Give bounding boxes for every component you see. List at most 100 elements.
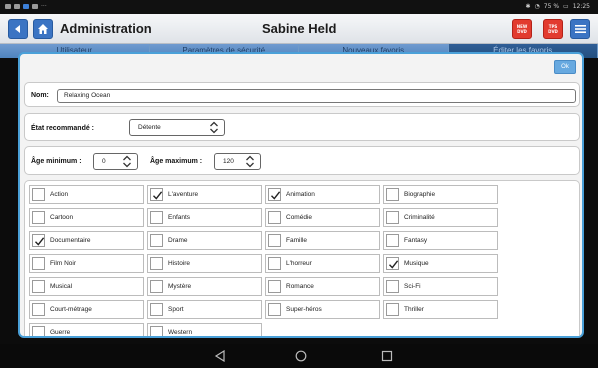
checkbox[interactable] (150, 211, 163, 224)
checkbox[interactable] (268, 280, 281, 293)
checkbox[interactable] (268, 303, 281, 316)
status-bar: ··· ✱ ◔ 75 % ▭ 12:25 (0, 0, 598, 14)
max-age-select[interactable]: 120 (214, 153, 261, 170)
genre-label: Thriller (404, 306, 424, 313)
ok-button[interactable]: Ok (554, 60, 576, 74)
genre-label: L'aventure (168, 191, 199, 198)
genre-checkbox-item[interactable]: Romance (265, 277, 380, 296)
genre-label: Guerre (50, 329, 71, 336)
genre-label: Sport (168, 306, 184, 313)
battery-icon: ▭ (563, 3, 569, 10)
user-name: Sabine Held (262, 21, 337, 36)
back-icon (15, 25, 20, 33)
checkbox[interactable] (32, 326, 45, 336)
checkbox[interactable] (150, 234, 163, 247)
checkbox[interactable] (386, 280, 399, 293)
name-label: Nom: (31, 92, 49, 99)
checkbox[interactable] (150, 257, 163, 270)
genre-label: Western (168, 329, 193, 336)
checkbox[interactable] (386, 188, 399, 201)
checkbox[interactable] (32, 234, 45, 247)
genre-label: Biographie (404, 191, 436, 198)
genre-label: Film Noir (50, 260, 76, 267)
menu-icon (574, 25, 586, 33)
genre-checkbox-item[interactable]: Film Noir (29, 254, 144, 273)
genre-checkbox-item[interactable]: Mystère (147, 277, 262, 296)
genre-label: Documentaire (50, 237, 91, 244)
genre-checkbox-item[interactable]: Cartoon (29, 208, 144, 227)
notification-icon (14, 4, 20, 9)
genre-checkbox-item[interactable]: Thriller (383, 300, 498, 319)
genre-checkbox-item[interactable]: Sci-Fi (383, 277, 498, 296)
genre-checkbox-item[interactable]: Sport (147, 300, 262, 319)
genre-checkbox-item[interactable]: Animation (265, 185, 380, 204)
genre-checkbox-item[interactable]: Enfants (147, 208, 262, 227)
clock: 12:25 (572, 3, 590, 10)
checkbox[interactable] (386, 211, 399, 224)
min-age-value: 0 (102, 158, 106, 165)
tps-dvd-button[interactable]: TPS DVD (543, 19, 563, 39)
genre-checkbox-item[interactable]: L'aventure (147, 185, 262, 204)
genre-checkbox-item[interactable]: Musical (29, 277, 144, 296)
checkbox[interactable] (32, 188, 45, 201)
home-circle-icon[interactable] (295, 350, 307, 362)
state-select[interactable]: Détente (129, 119, 225, 136)
checkbox[interactable] (268, 211, 281, 224)
chevron-up-down-icon (123, 155, 131, 168)
genre-checkbox-item[interactable]: Biographie (383, 185, 498, 204)
genre-label: Action (50, 191, 69, 198)
genre-checkbox-item[interactable]: Musique (383, 254, 498, 273)
checkbox[interactable] (32, 280, 45, 293)
checkbox[interactable] (150, 303, 163, 316)
genres-panel: Action L'aventure Animation Biographie Carto… (24, 180, 580, 336)
genre-checkbox-item[interactable]: L'horreur (265, 254, 380, 273)
checkbox[interactable] (32, 211, 45, 224)
genre-label: Musique (404, 260, 429, 267)
genre-checkbox-item[interactable]: Action (29, 185, 144, 204)
genre-checkbox-item[interactable]: Western (147, 323, 262, 336)
wifi-icon: ◔ (534, 3, 540, 10)
menu-button[interactable] (570, 19, 590, 39)
genre-checkbox-item[interactable]: Drame (147, 231, 262, 250)
checkbox[interactable] (386, 303, 399, 316)
checkbox[interactable] (268, 257, 281, 270)
recents-square-icon[interactable] (381, 350, 393, 362)
genre-label: Criminalité (404, 214, 435, 221)
back-triangle-icon[interactable] (214, 350, 226, 362)
genre-checkbox-item[interactable]: Guerre (29, 323, 144, 336)
battery-level: 75 % (543, 3, 560, 10)
back-button[interactable] (8, 19, 28, 39)
genre-label: Court-métrage (50, 306, 92, 313)
checkbox[interactable] (150, 326, 163, 336)
checkbox[interactable] (32, 303, 45, 316)
genre-label: Histoire (168, 260, 191, 267)
genre-checkbox-item[interactable]: Super-héros (265, 300, 380, 319)
new-dvd-button[interactable]: NEW DVD (512, 19, 532, 39)
state-select-value: Détente (138, 124, 161, 131)
min-age-select[interactable]: 0 (93, 153, 138, 170)
genre-checkbox-item[interactable]: Court-métrage (29, 300, 144, 319)
checkbox[interactable] (268, 234, 281, 247)
status-notifications: ··· (5, 3, 47, 10)
checkbox[interactable] (32, 257, 45, 270)
chevron-up-down-icon (210, 121, 218, 134)
checkbox[interactable] (386, 234, 399, 247)
genre-checkbox-item[interactable]: Comédie (265, 208, 380, 227)
checkbox[interactable] (268, 188, 281, 201)
genre-grid: Action L'aventure Animation Biographie Carto… (29, 185, 498, 336)
name-panel: Nom: Relaxing Ocean (24, 82, 580, 107)
genre-checkbox-item[interactable]: Famille (265, 231, 380, 250)
checkbox[interactable] (150, 188, 163, 201)
more-notifications-icon: ··· (41, 3, 47, 10)
checkbox[interactable] (386, 257, 399, 270)
genre-checkbox-item[interactable]: Documentaire (29, 231, 144, 250)
genre-label: Animation (286, 191, 315, 198)
checkbox[interactable] (150, 280, 163, 293)
home-button[interactable] (33, 19, 53, 39)
genre-checkbox-item[interactable]: Histoire (147, 254, 262, 273)
name-input[interactable]: Relaxing Ocean (57, 89, 576, 103)
genre-checkbox-item[interactable]: Criminalité (383, 208, 498, 227)
notification-icon (32, 4, 38, 9)
status-indicators: ✱ ◔ 75 % ▭ 12:25 (526, 3, 591, 10)
genre-checkbox-item[interactable]: Fantasy (383, 231, 498, 250)
